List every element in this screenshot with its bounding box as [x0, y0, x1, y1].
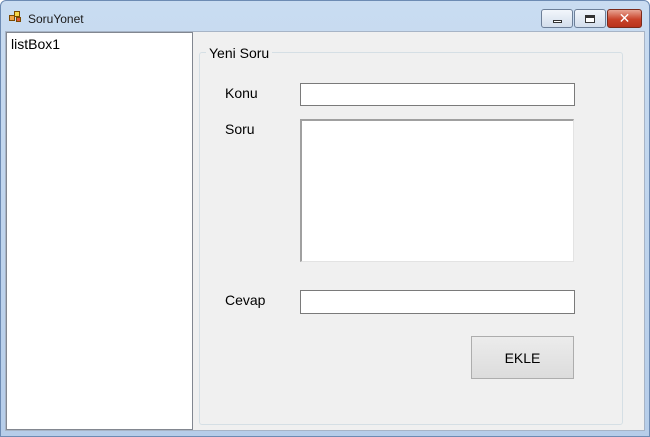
app-icon-square-red	[16, 17, 21, 22]
maximize-icon	[585, 14, 595, 23]
minimize-button[interactable]	[541, 9, 573, 28]
maximize-button[interactable]	[574, 9, 606, 28]
cevap-input[interactable]	[300, 290, 575, 314]
client-area: listBox1 Yeni Soru Konu Soru Cevap EKLE	[5, 31, 645, 431]
minimize-icon	[552, 20, 562, 23]
question-listbox[interactable]: listBox1	[6, 32, 193, 430]
konu-input[interactable]	[300, 83, 575, 106]
soru-textarea[interactable]	[300, 119, 574, 262]
close-icon: ✕	[618, 10, 631, 27]
konu-label: Konu	[225, 85, 258, 101]
add-button[interactable]: EKLE	[471, 336, 574, 379]
add-button-label: EKLE	[504, 349, 541, 366]
soru-label: Soru	[225, 121, 255, 137]
close-button[interactable]: ✕	[607, 9, 642, 28]
groupbox-title: Yeni Soru	[206, 45, 273, 61]
cevap-label: Cevap	[225, 292, 266, 308]
app-window: SoruYonet ✕ listBox1 Yeni Soru Konu Soru…	[0, 0, 650, 437]
list-item[interactable]: listBox1	[11, 36, 60, 52]
title-bar[interactable]: SoruYonet ✕	[1, 1, 649, 31]
app-icon	[9, 11, 23, 23]
window-title: SoruYonet	[28, 12, 84, 26]
